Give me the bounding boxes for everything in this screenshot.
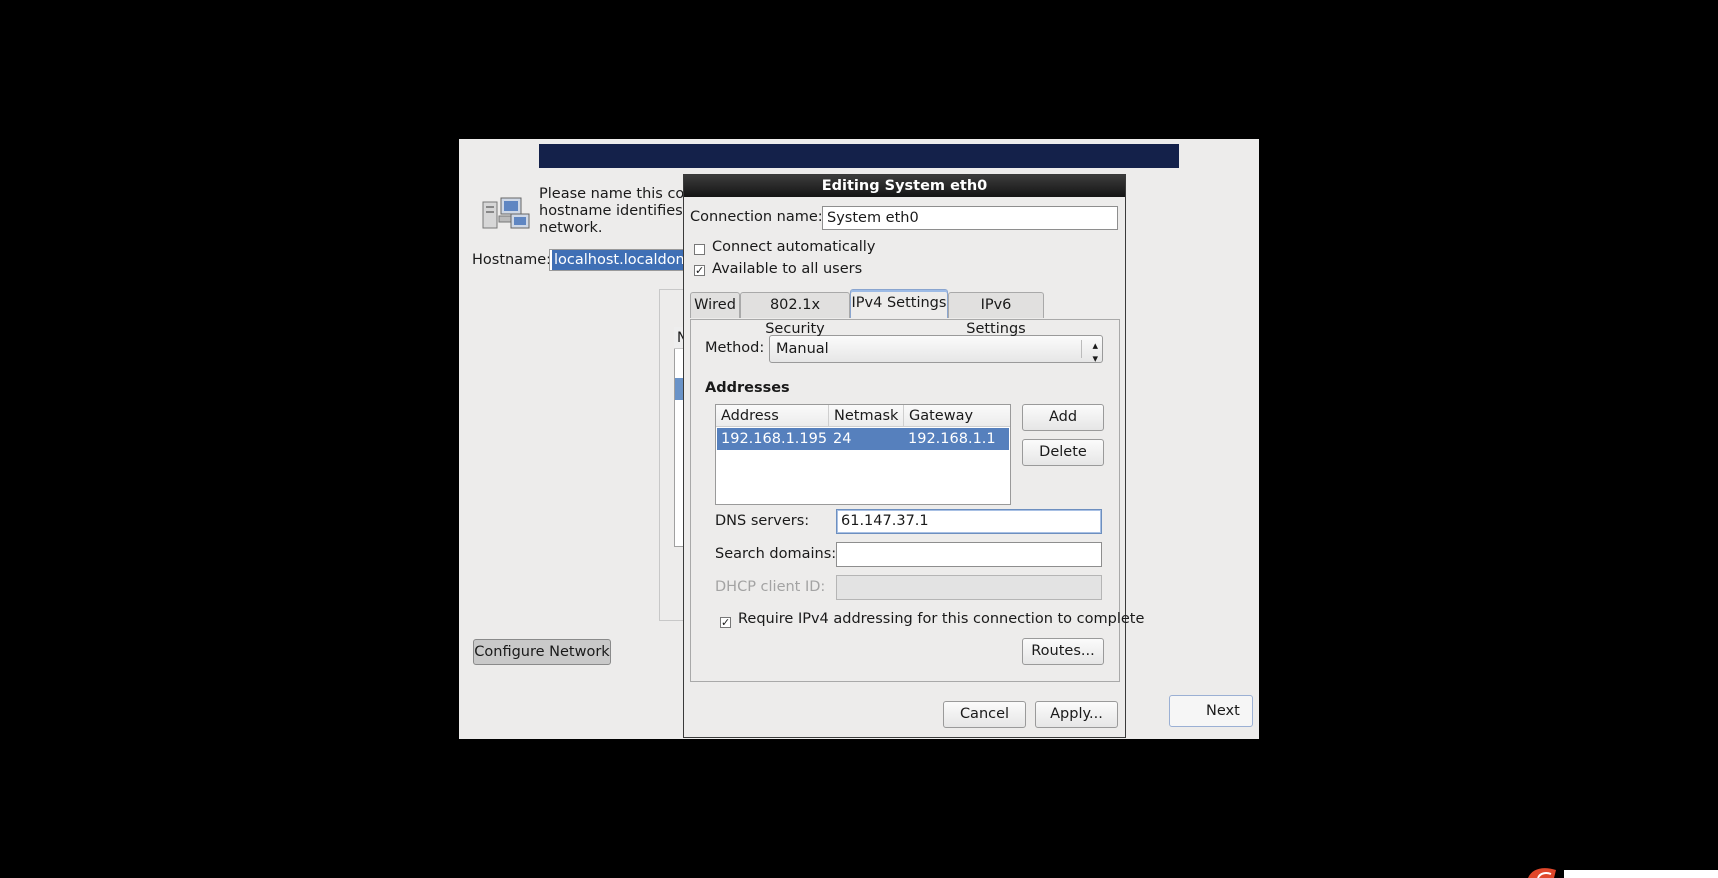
- tab-8021x-security[interactable]: 802.1x Security: [740, 292, 850, 337]
- tray-bar: [1564, 870, 1718, 878]
- tray-logo-icon: [1528, 868, 1556, 878]
- dhcp-client-id-input: [836, 575, 1102, 600]
- require-ipv4-label: Require IPv4 addressing for this connect…: [738, 611, 1145, 627]
- search-domains-label: Search domains:: [715, 546, 837, 562]
- dialog-title: Editing System eth0: [684, 175, 1125, 197]
- installer-banner: [539, 144, 1179, 168]
- netmask-cell: 24: [833, 431, 852, 447]
- require-ipv4-checkbox[interactable]: ✓: [720, 617, 731, 628]
- apply-button[interactable]: Apply...: [1035, 701, 1118, 728]
- updown-chevron-icon: ▴ ▾: [1092, 339, 1098, 365]
- tab-ipv4-settings[interactable]: IPv4 Settings: [850, 289, 948, 318]
- network-computers-icon: [482, 197, 530, 229]
- method-label: Method:: [705, 340, 765, 356]
- table-row[interactable]: 192.168.1.195 24 192.168.1.1: [717, 428, 1009, 450]
- hostname-label: Hostname:: [472, 252, 552, 268]
- column-header-gateway[interactable]: Gateway: [904, 405, 1010, 427]
- dhcp-client-id-label: DHCP client ID:: [715, 579, 826, 595]
- dns-servers-input[interactable]: 61.147.37.1: [836, 509, 1102, 534]
- all-users-label: Available to all users: [712, 261, 863, 277]
- configure-network-button[interactable]: Configure Network: [473, 639, 611, 665]
- next-button-label: Next: [1206, 703, 1240, 719]
- column-header-address[interactable]: Address: [716, 405, 829, 427]
- connection-name-label: Connection name:: [690, 209, 823, 225]
- search-domains-input[interactable]: [836, 542, 1102, 567]
- method-value: Manual: [776, 341, 829, 357]
- hostname-value: localhost.localdoma: [552, 250, 701, 270]
- editing-connection-dialog: Editing System eth0 Connection name: Sys…: [683, 174, 1144, 738]
- tab-ipv6-settings[interactable]: IPv6 Settings: [948, 292, 1044, 337]
- ipv4-settings-panel: Method: Manual ▴ ▾ Addresses Address Netm…: [690, 319, 1144, 682]
- next-button[interactable]: Next: [1169, 695, 1253, 727]
- tab-wired[interactable]: Wired: [690, 292, 740, 318]
- column-header-netmask[interactable]: Netmask: [829, 405, 904, 427]
- dns-servers-label: DNS servers:: [715, 513, 810, 529]
- routes-button[interactable]: Routes...: [1022, 638, 1104, 665]
- gateway-cell: 192.168.1.1: [908, 431, 996, 447]
- cancel-button[interactable]: Cancel: [943, 701, 1026, 728]
- connection-name-input[interactable]: System eth0: [822, 206, 1118, 230]
- delete-address-button[interactable]: Delete: [1022, 439, 1104, 466]
- addresses-heading: Addresses: [705, 380, 790, 396]
- connect-automatically-checkbox[interactable]: [694, 244, 705, 255]
- add-address-button[interactable]: Add: [1022, 404, 1104, 431]
- connect-automatically-label: Connect automatically: [712, 239, 876, 255]
- all-users-checkbox[interactable]: ✓: [694, 265, 705, 276]
- addresses-table[interactable]: Address Netmask Gateway 192.168.1.195 24…: [715, 404, 1011, 505]
- address-cell: 192.168.1.195: [721, 431, 828, 447]
